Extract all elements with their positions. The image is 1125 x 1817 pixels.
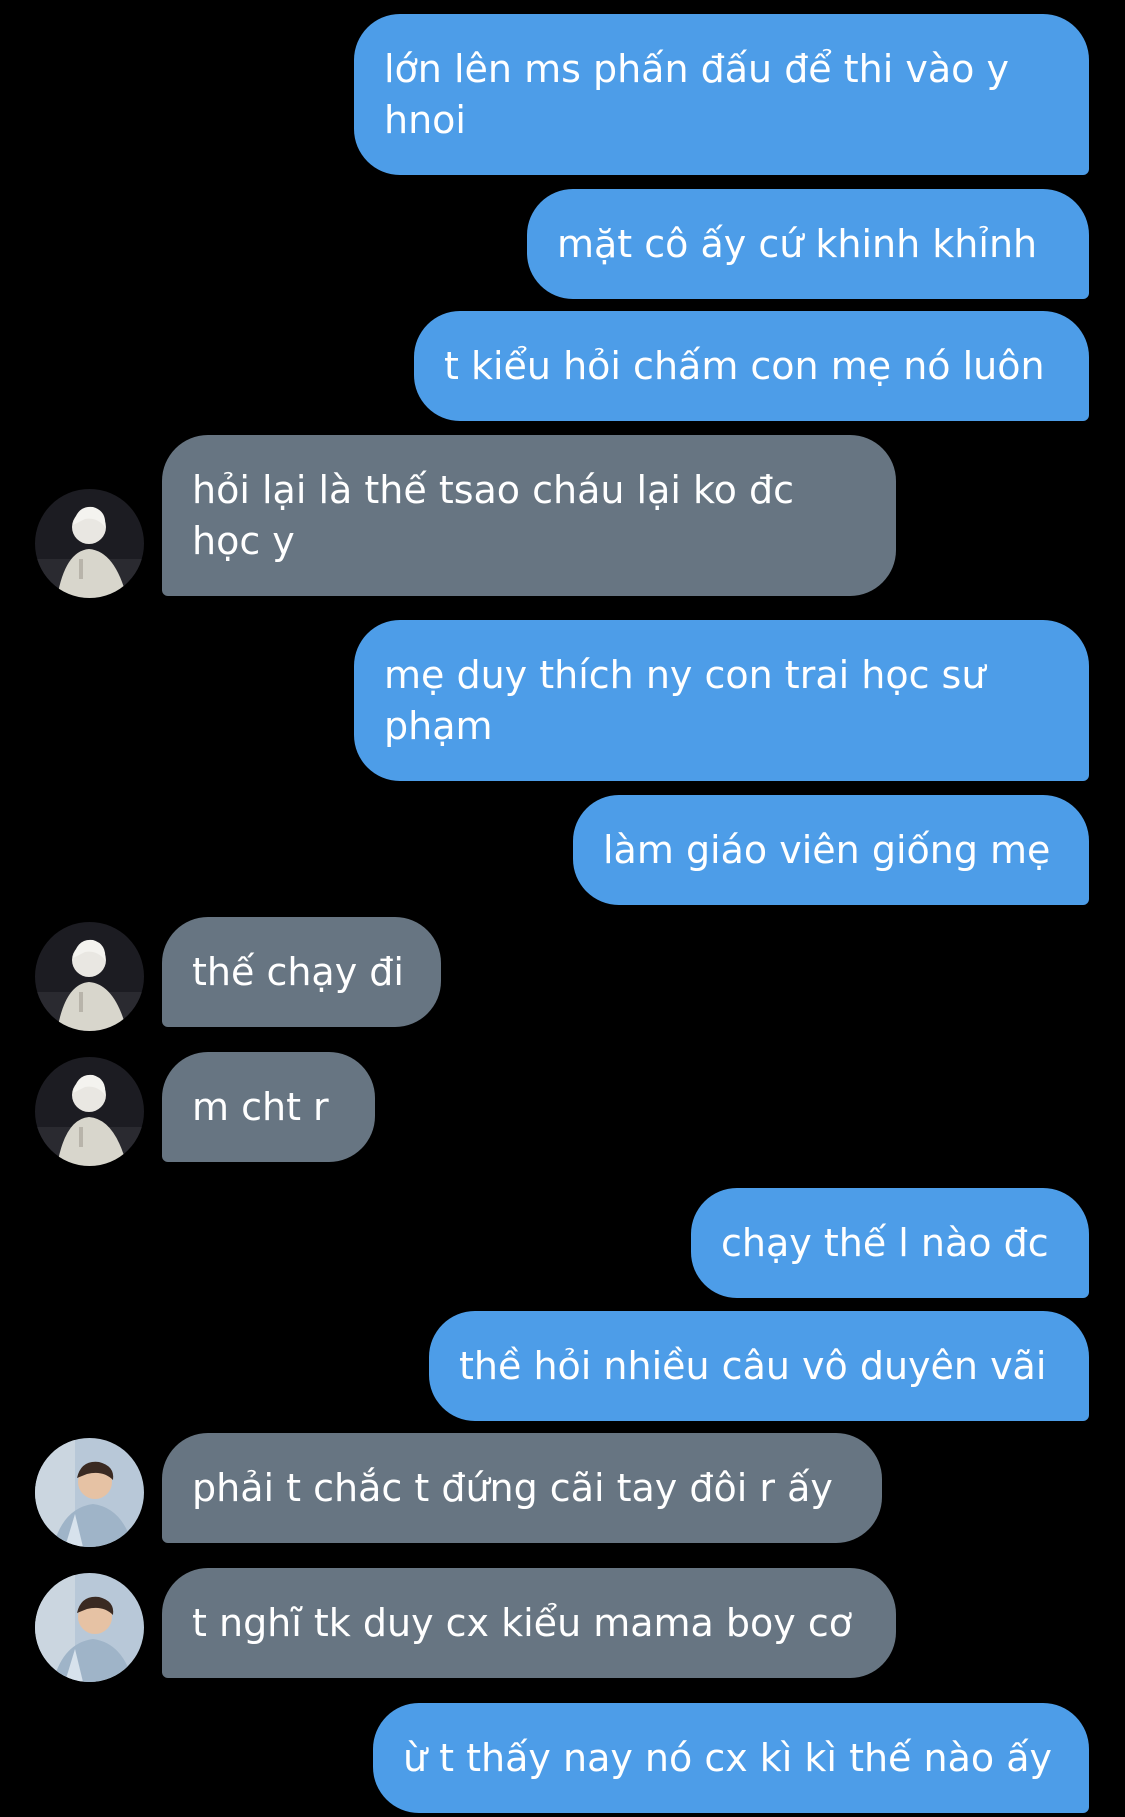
message-bubble-incoming[interactable]: t nghĩ tk duy cx kiểu mama boy cơ xyxy=(162,1568,896,1678)
message-bubble-outgoing[interactable]: thề hỏi nhiều câu vô duyên vãi xyxy=(429,1311,1089,1421)
avatar-dark-hair-icon[interactable] xyxy=(35,1438,144,1547)
message-bubble-outgoing[interactable]: lớn lên ms phấn đấu để thi vào y hnoi xyxy=(354,14,1089,175)
message-bubble-incoming[interactable]: hỏi lại là thế tsao cháu lại ko đc học y xyxy=(162,435,896,596)
message-bubble-outgoing[interactable]: ừ t thấy nay nó cx kì kì thế nào ấy xyxy=(373,1703,1089,1813)
avatar-white-hair-icon[interactable] xyxy=(35,922,144,1031)
message-bubble-incoming[interactable]: phải t chắc t đứng cãi tay đôi r ấy xyxy=(162,1433,882,1543)
message-bubble-outgoing[interactable]: chạy thế l nào đc xyxy=(691,1188,1089,1298)
message-bubble-outgoing[interactable]: mẹ duy thích ny con trai học sư phạm xyxy=(354,620,1089,781)
message-bubble-incoming[interactable]: m cht r xyxy=(162,1052,375,1162)
avatar-dark-hair-icon[interactable] xyxy=(35,1573,144,1682)
avatar-white-hair-icon[interactable] xyxy=(35,489,144,598)
message-bubble-outgoing[interactable]: mặt cô ấy cứ khinh khỉnh xyxy=(527,189,1089,299)
message-bubble-incoming[interactable]: thế chạy đi xyxy=(162,917,441,1027)
message-bubble-outgoing[interactable]: t kiểu hỏi chấm con mẹ nó luôn xyxy=(414,311,1089,421)
avatar-white-hair-icon[interactable] xyxy=(35,1057,144,1166)
message-bubble-outgoing[interactable]: làm giáo viên giống mẹ xyxy=(573,795,1089,905)
